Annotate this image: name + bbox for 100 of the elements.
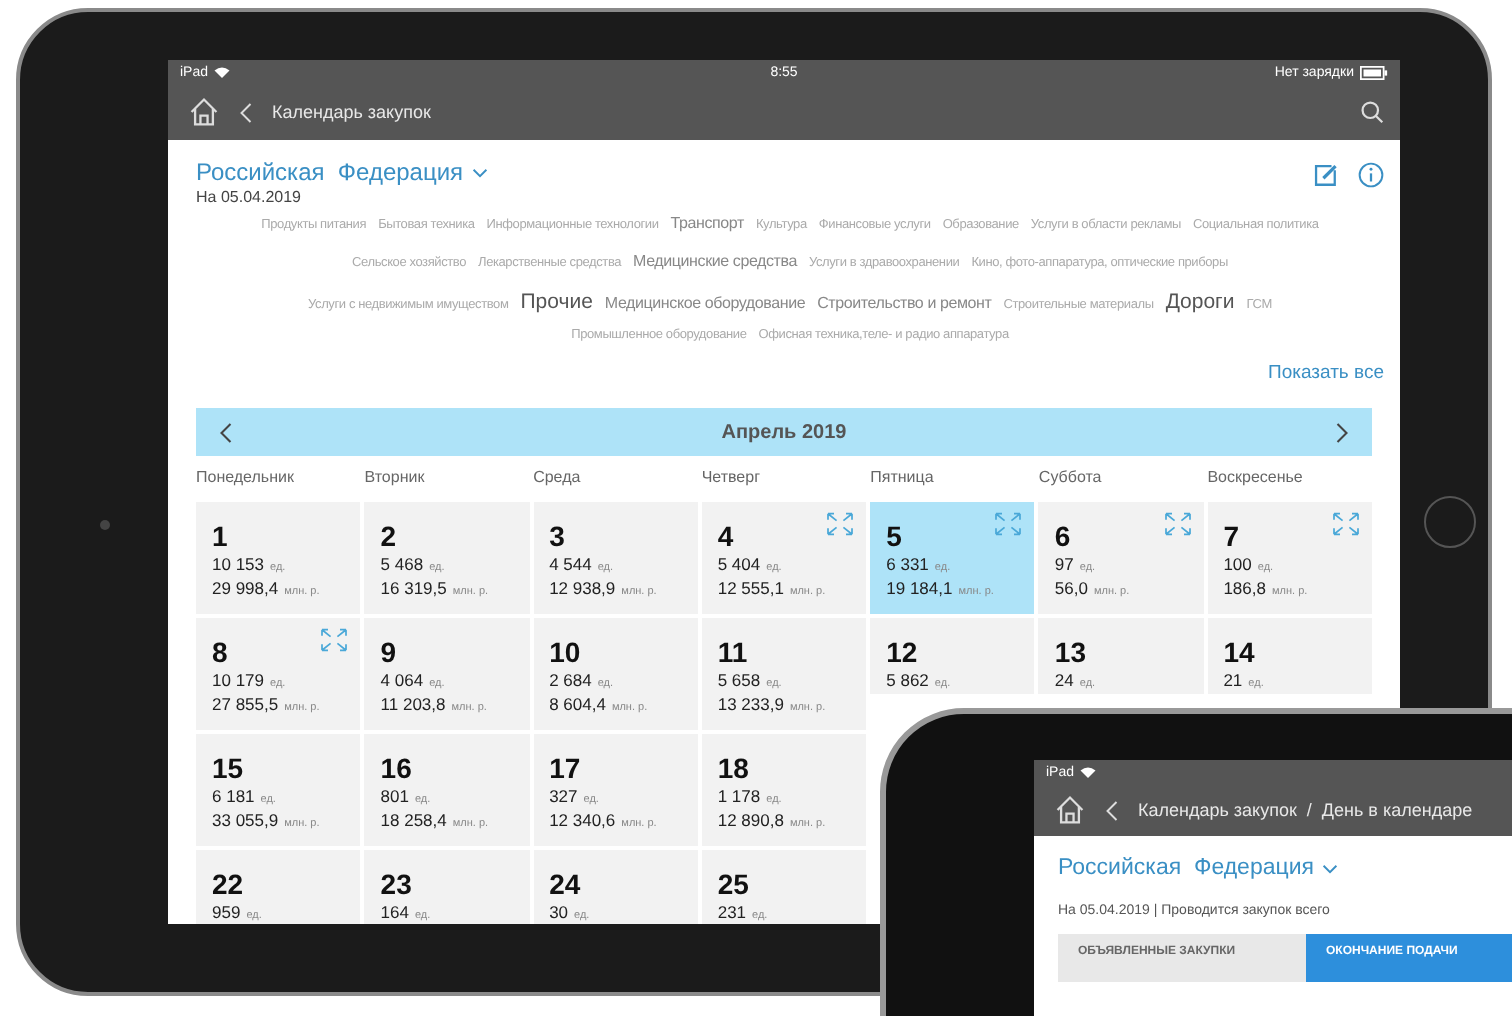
day-number: 2	[380, 522, 397, 550]
next-month-icon[interactable]	[1336, 421, 1348, 443]
purchase-count: 30	[549, 902, 569, 922]
purchase-amount: 29 998,4	[212, 578, 279, 598]
purchase-count: 959	[212, 902, 241, 922]
purchase-amount: 12 340,6	[549, 810, 616, 830]
day-number: 4	[717, 522, 734, 550]
breadcrumb: Календарь закупок / День в календаре	[1138, 800, 1473, 820]
day-number: 23	[380, 870, 412, 898]
purchase-amount: 186,8	[1223, 578, 1266, 598]
nav-title: Календарь закупок	[272, 102, 433, 122]
home-icon[interactable]	[1054, 794, 1086, 826]
purchase-amount: 56,0	[1054, 578, 1088, 598]
purchase-count: 4 544	[549, 554, 592, 574]
weekday-label: Вторник	[364, 466, 427, 490]
day-number: 10	[549, 638, 581, 666]
purchase-count: 801	[380, 786, 409, 806]
region-title[interactable]: Российская Федерация	[1058, 856, 1314, 880]
day-number: 24	[549, 870, 581, 898]
day-number: 5	[886, 522, 902, 550]
category-tag[interactable]: Медицинское оборудование	[604, 294, 806, 312]
category-tag[interactable]: Дороги	[1165, 290, 1235, 314]
purchase-count: 10 179	[212, 670, 264, 690]
previous-month-icon[interactable]	[220, 421, 232, 443]
purchase-count: 6 181	[212, 786, 255, 806]
day-number: 14	[1223, 638, 1255, 666]
back-icon[interactable]	[1106, 799, 1118, 821]
battery-icon	[1360, 65, 1388, 79]
show-all-link[interactable]: Показать все	[1268, 362, 1384, 384]
search-icon[interactable]	[1360, 100, 1384, 124]
expand-icon[interactable]	[320, 628, 349, 652]
day-number: 6	[1054, 522, 1071, 550]
purchase-count: 1 178	[717, 786, 761, 806]
purchase-amount: 18 258,4	[380, 810, 447, 830]
chevron-down-icon[interactable]	[1321, 863, 1338, 873]
purchase-count: 327	[549, 786, 578, 806]
purchase-count: 231	[717, 902, 747, 922]
weekday-label: Воскресенье	[1207, 466, 1305, 490]
purchase-amount: 13 233,9	[717, 694, 784, 714]
day-number: 25	[717, 870, 749, 898]
purchase-count: 5 658	[717, 670, 761, 690]
day-number: 18	[717, 754, 749, 782]
day-number: 22	[212, 870, 244, 898]
weekday-label: Среда	[533, 466, 583, 490]
region-title[interactable]: Российская Федерация	[196, 158, 464, 186]
day-number: 15	[212, 754, 244, 782]
purchase-amount: 12 890,8	[717, 810, 784, 830]
purchase-amount: 19 184,1	[886, 578, 953, 598]
date-label: На 05.04.2019	[196, 188, 303, 206]
home-button[interactable]	[1424, 496, 1476, 548]
purchase-amount: 11 203,8	[380, 694, 446, 714]
purchase-count: 6 331	[886, 554, 929, 574]
purchase-amount: 12 555,1	[717, 578, 784, 598]
day-number: 13	[1054, 638, 1086, 666]
day-number: 7	[1223, 522, 1239, 550]
weekday-label: Пятница	[870, 466, 936, 490]
day-number: 9	[380, 638, 397, 666]
day-number: 11	[717, 638, 748, 666]
purchase-count: 97	[1054, 554, 1074, 574]
purchase-count: 5 404	[717, 554, 761, 574]
category-tag[interactable]: Транспорт	[670, 214, 744, 232]
weekday-label: Суббота	[1038, 466, 1104, 490]
purchase-count: 5 468	[380, 554, 424, 574]
category-tag[interactable]: Прочие	[520, 290, 593, 314]
purchase-amount: 16 319,5	[380, 578, 447, 598]
purchase-count: 5 862	[886, 670, 929, 690]
day-number: 16	[380, 754, 412, 782]
expand-icon[interactable]	[1331, 512, 1360, 536]
edit-icon[interactable]	[1312, 162, 1338, 188]
purchase-count: 100	[1223, 554, 1252, 574]
chevron-down-icon[interactable]	[471, 167, 488, 177]
purchase-count: 10 153	[212, 554, 264, 574]
category-tag[interactable]: Медицинские средства	[633, 252, 797, 270]
day-number: 12	[886, 638, 918, 666]
expand-icon[interactable]	[1163, 512, 1192, 536]
purchase-count: 2 684	[549, 670, 592, 690]
day-number: 8	[212, 638, 228, 666]
back-icon[interactable]	[240, 101, 252, 123]
wifi-icon	[214, 66, 231, 78]
day-number: 3	[549, 522, 565, 550]
day-number: 17	[549, 754, 581, 782]
wifi-icon	[1080, 766, 1097, 778]
camera-dot	[100, 520, 110, 530]
day-number: 1	[212, 522, 228, 550]
weekday-label: Четверг	[701, 466, 762, 490]
purchase-amount: 27 855,5	[212, 694, 279, 714]
purchase-count: 24	[1054, 670, 1074, 690]
home-icon[interactable]	[188, 96, 220, 128]
purchase-count: 4 064	[380, 670, 424, 690]
expand-icon[interactable]	[994, 512, 1023, 536]
purchase-amount: 33 055,9	[212, 810, 279, 830]
category-tag[interactable]: Строительство и ремонт	[817, 294, 992, 312]
weekday-label: Понедельник	[196, 466, 296, 490]
month-title: Апрель 2019	[721, 421, 847, 443]
purchase-count: 164	[380, 902, 409, 922]
expand-icon[interactable]	[826, 512, 855, 536]
purchase-amount: 8 604,4	[549, 694, 606, 714]
purchase-count: 21	[1223, 670, 1243, 690]
purchase-amount: 12 938,9	[549, 578, 616, 598]
info-icon[interactable]	[1358, 162, 1384, 188]
